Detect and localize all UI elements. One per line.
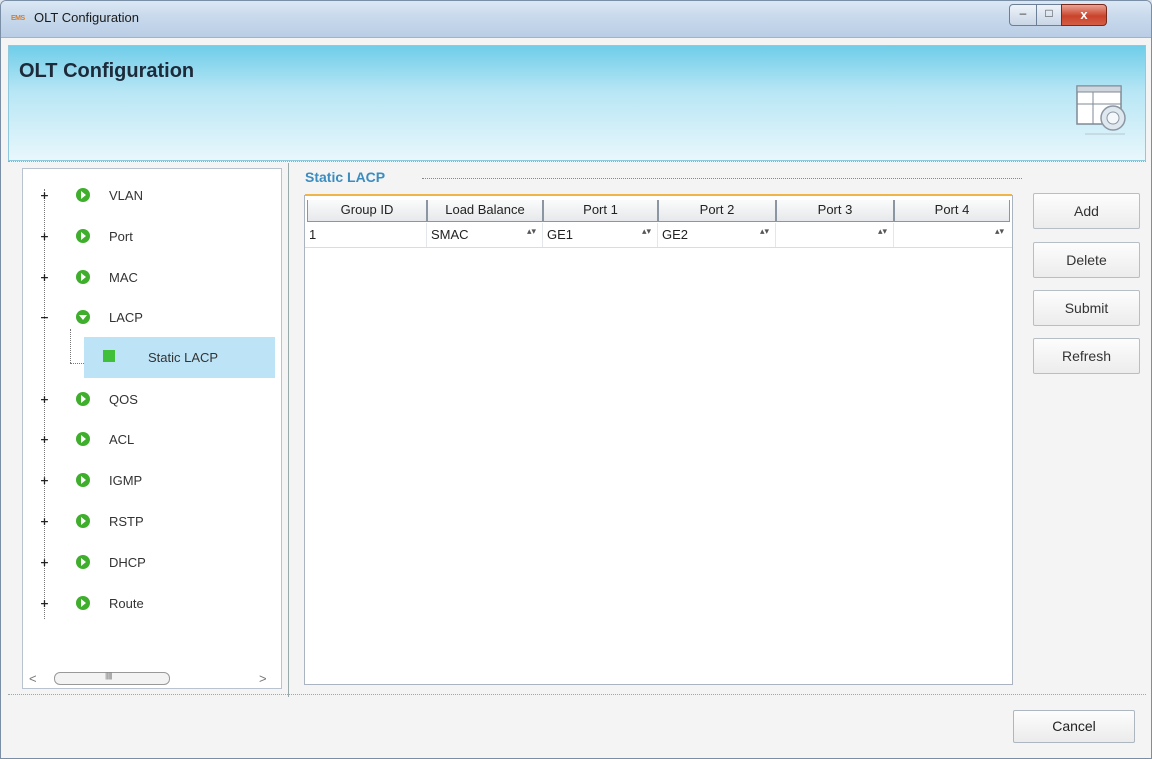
column-header[interactable]: Port 4	[894, 200, 1010, 222]
page-title: OLT Configuration	[19, 60, 195, 82]
config-panel-icon	[1076, 85, 1126, 135]
node-arrow-icon	[76, 432, 90, 446]
tree-item-label: Route	[109, 596, 144, 611]
tree-horizontal-scrollbar[interactable]: < |||||| >	[23, 668, 281, 688]
node-arrow-icon	[76, 473, 90, 487]
table-header: Group ID Load Balance Port 1 Port 2 Port…	[305, 200, 1012, 222]
column-header[interactable]: Load Balance	[427, 200, 543, 222]
tree-item-label: RSTP	[109, 514, 144, 529]
expand-icon[interactable]: +	[39, 557, 50, 568]
tree-item-acl[interactable]: + ACL	[23, 427, 281, 453]
lacp-table[interactable]: Group ID Load Balance Port 1 Port 2 Port…	[304, 194, 1013, 685]
olt-configuration-window: EMS OLT Configuration – □ x OLT Configur…	[0, 0, 1152, 759]
scroll-left-icon[interactable]: <	[29, 671, 37, 686]
port-4-select[interactable]: ▴▾	[894, 223, 1010, 247]
port-2-value: GE2	[662, 227, 689, 242]
submit-button[interactable]: Submit	[1033, 290, 1140, 326]
port-2-select[interactable]: GE2 ▴▾	[658, 223, 776, 247]
expand-icon[interactable]: +	[39, 516, 50, 527]
section-title: Static LACP	[305, 169, 386, 185]
tree-item-label: Port	[109, 229, 133, 244]
close-button[interactable]: x	[1061, 4, 1107, 26]
expand-icon[interactable]: +	[39, 598, 50, 609]
tree-item-label: IGMP	[109, 473, 143, 488]
section-title-rule	[422, 178, 1022, 179]
scrollbar-grip-icon: ||||||	[105, 671, 113, 680]
footer-divider	[8, 694, 1146, 695]
node-arrow-icon	[76, 392, 90, 406]
add-button[interactable]: Add	[1033, 193, 1140, 229]
load-balance-select[interactable]: SMAC ▴▾	[427, 223, 543, 247]
expand-icon[interactable]: +	[39, 272, 50, 283]
spinner-icon[interactable]: ▴▾	[642, 228, 651, 237]
cancel-button[interactable]: Cancel	[1013, 710, 1135, 743]
load-balance-value: SMAC	[431, 227, 469, 242]
scroll-right-icon[interactable]: >	[259, 671, 267, 686]
node-arrow-icon	[76, 188, 90, 202]
tree-child-branch	[70, 363, 84, 364]
tree-item-label: Static LACP	[148, 350, 219, 365]
node-arrow-icon	[76, 596, 90, 610]
leaf-square-icon	[103, 350, 115, 362]
header-divider	[8, 161, 1146, 162]
panel-divider	[288, 163, 289, 697]
spinner-icon[interactable]: ▴▾	[995, 228, 1004, 237]
close-icon: x	[1080, 7, 1088, 22]
app-icon: EMS	[11, 15, 25, 22]
expand-icon[interactable]: +	[39, 434, 50, 445]
tree-item-label: ACL	[109, 432, 135, 447]
collapse-icon[interactable]: −	[39, 312, 50, 323]
tree-item-route[interactable]: + Route	[23, 591, 281, 617]
spinner-icon[interactable]: ▴▾	[878, 228, 887, 237]
tree-item-static-lacp[interactable]: Static LACP	[84, 337, 275, 378]
column-header[interactable]: Port 2	[658, 200, 776, 222]
tree-item-lacp[interactable]: − LACP	[23, 305, 281, 331]
tree-item-igmp[interactable]: + IGMP	[23, 468, 281, 494]
tree-child-connector	[70, 329, 71, 363]
title-bar[interactable]: EMS OLT Configuration – □ x	[1, 1, 1151, 38]
column-header[interactable]: Port 1	[543, 200, 658, 222]
refresh-button[interactable]: Refresh	[1033, 338, 1140, 374]
tree-item-qos[interactable]: + QOS	[23, 387, 281, 413]
maximize-icon: □	[1045, 6, 1053, 20]
node-arrow-icon	[76, 514, 90, 528]
expand-icon[interactable]: +	[39, 190, 50, 201]
port-3-select[interactable]: ▴▾	[776, 223, 894, 247]
header-banner: OLT Configuration	[8, 45, 1146, 161]
column-header[interactable]: Port 3	[776, 200, 894, 222]
scrollbar-thumb[interactable]: ||||||	[54, 671, 170, 685]
node-arrow-icon	[76, 229, 90, 243]
tree-item-rstp[interactable]: + RSTP	[23, 509, 281, 535]
port-1-select[interactable]: GE1 ▴▾	[543, 223, 658, 247]
expand-icon[interactable]: +	[39, 475, 50, 486]
table-accent-line	[305, 194, 1012, 196]
maximize-button[interactable]: □	[1036, 4, 1062, 26]
delete-button[interactable]: Delete	[1033, 242, 1140, 278]
window-title: OLT Configuration	[34, 10, 140, 25]
tree-item-mac[interactable]: + MAC	[23, 265, 281, 291]
node-arrow-icon	[76, 555, 90, 569]
table-row[interactable]: 1 SMAC ▴▾ GE1 ▴▾ GE2 ▴▾ ▴▾ ▴▾	[305, 223, 1012, 248]
tree-item-port[interactable]: + Port	[23, 224, 281, 250]
spinner-icon[interactable]: ▴▾	[760, 228, 769, 237]
column-header[interactable]: Group ID	[307, 200, 427, 222]
tree-item-label: LACP	[109, 310, 143, 325]
expand-icon[interactable]: +	[39, 231, 50, 242]
node-expanded-icon	[76, 310, 90, 324]
tree-item-label: MAC	[109, 270, 138, 285]
expand-icon[interactable]: +	[39, 394, 50, 405]
navigation-tree[interactable]: + VLAN + Port + MAC − LACP Static LACP +…	[22, 168, 282, 689]
minimize-button[interactable]: –	[1009, 4, 1037, 26]
spinner-icon[interactable]: ▴▾	[527, 228, 536, 237]
tree-item-label: QOS	[109, 392, 138, 407]
tree-item-label: VLAN	[109, 188, 143, 203]
tree-item-vlan[interactable]: + VLAN	[23, 183, 281, 209]
tree-item-dhcp[interactable]: + DHCP	[23, 550, 281, 576]
minimize-icon: –	[1019, 6, 1027, 20]
tree-item-label: DHCP	[109, 555, 146, 570]
node-arrow-icon	[76, 270, 90, 284]
group-id-cell[interactable]: 1	[309, 223, 427, 247]
port-1-value: GE1	[547, 227, 574, 242]
